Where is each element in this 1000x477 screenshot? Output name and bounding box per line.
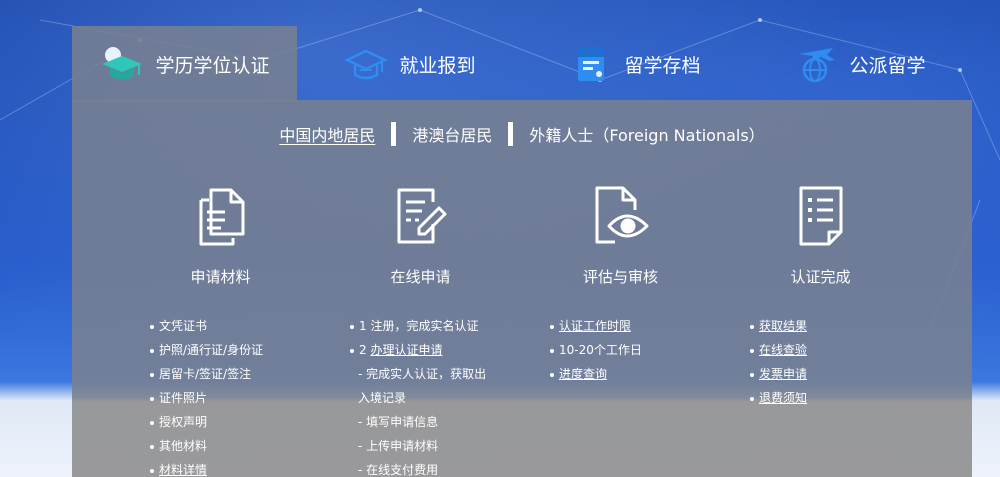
step-application-materials: 申请材料: [108, 184, 333, 287]
step-online-application: 在线申请: [308, 184, 533, 287]
tab-government-sponsored-study[interactable]: 公派留学: [747, 26, 972, 102]
checklist-icon: [789, 184, 853, 248]
step-title: 评估与审核: [582, 268, 658, 286]
list-item: 护照/通行证/身份证: [150, 338, 263, 362]
category-tabs: 学历学位认证 就业报到 留学存档 公派留学: [72, 26, 972, 102]
refund-notice-link[interactable]: 退费须知: [750, 386, 807, 410]
list-item: 证件照片: [150, 386, 263, 410]
edit-form-icon: [389, 184, 453, 248]
online-verify-link[interactable]: 在线查验: [750, 338, 807, 362]
completion-list: 获取结果 在线查验 发票申请 退费须知: [750, 314, 807, 410]
step-verification-complete: 认证完成: [708, 184, 933, 287]
step-title: 申请材料: [190, 268, 251, 286]
list-item: 其他材料: [150, 434, 263, 458]
list-subitem: - 填写申请信息: [358, 415, 439, 429]
content-panel: 中国内地居民 港澳台居民 外籍人士（Foreign Nationals） 申请材…: [72, 100, 972, 477]
plane-globe-icon: [793, 44, 839, 84]
get-result-link[interactable]: 获取结果: [750, 314, 807, 338]
materials-list: 文凭证书 护照/通行证/身份证 居留卡/签证/签注 证件照片 授权声明 其他材料…: [150, 314, 263, 477]
tab-label: 公派留学: [849, 54, 926, 77]
list-item: 1 注册，完成实名认证: [350, 314, 486, 338]
list-subitem: - 完成实人认证，获取出: [358, 367, 487, 381]
list-item: 文凭证书: [150, 314, 263, 338]
list-subitem: - 上传申请材料: [358, 439, 439, 453]
mortarboard-icon: [343, 44, 389, 84]
step-evaluation-review: 评估与审核: [508, 184, 733, 287]
document-eye-icon: [589, 184, 653, 248]
invoice-request-link[interactable]: 发票申请: [750, 362, 807, 386]
list-item: 授权声明: [150, 410, 263, 434]
subtab-foreign-nationals[interactable]: 外籍人士（Foreign Nationals）: [513, 122, 780, 146]
materials-details-link[interactable]: 材料详情: [150, 458, 263, 477]
subtab-mainland-residents[interactable]: 中国内地居民: [263, 122, 391, 146]
step-title: 在线申请: [390, 268, 451, 286]
processing-time-link[interactable]: 认证工作时限: [550, 314, 642, 338]
list-item: 居留卡/签证/签注: [150, 362, 263, 386]
tab-employment-registration[interactable]: 就业报到: [297, 26, 522, 102]
graduation-cap-icon: [99, 44, 145, 84]
tab-label: 就业报到: [399, 54, 476, 77]
tab-study-abroad-archive[interactable]: 留学存档: [522, 26, 747, 102]
list-subitem: 入境记录: [358, 391, 407, 405]
processing-days-text: 10-20个工作日: [550, 338, 642, 362]
list-item: 2 办理认证申请: [350, 338, 486, 362]
review-list: 认证工作时限 10-20个工作日 进度查询: [550, 314, 642, 386]
tab-label: 学历学位认证: [155, 54, 270, 77]
step-title: 认证完成: [790, 268, 851, 286]
subtab-hk-macao-taiwan-residents[interactable]: 港澳台居民: [396, 122, 508, 146]
list-subitem: - 在线支付费用: [358, 463, 439, 477]
online-application-list: 1 注册，完成实名认证 2 办理认证申请 - 完成实人认证，获取出 入境记录 -…: [350, 314, 486, 477]
tab-label: 留学存档: [624, 54, 701, 77]
documents-icon: [189, 184, 253, 248]
tab-degree-verification[interactable]: 学历学位认证: [72, 26, 297, 102]
resident-type-tabs: 中国内地居民 港澳台居民 外籍人士（Foreign Nationals）: [72, 122, 972, 146]
archive-document-icon: [568, 44, 614, 84]
apply-verification-link[interactable]: 办理认证申请: [370, 343, 442, 357]
progress-query-link[interactable]: 进度查询: [550, 362, 642, 386]
